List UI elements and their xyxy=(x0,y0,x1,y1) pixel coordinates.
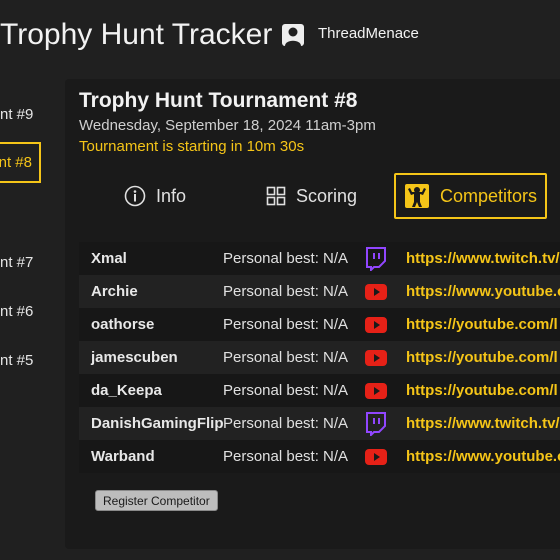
user-icon[interactable] xyxy=(282,24,304,46)
personal-best: Personal best: N/A xyxy=(223,250,349,267)
table-row: Xmal Personal best: N/A https://www.twitch… xyxy=(79,242,560,275)
stream-link[interactable]: https://www.twitch.tv/ xyxy=(406,242,560,275)
table-row: DanishGamingFlip Personal best: N/A https:… xyxy=(79,407,560,440)
personal-best: Personal best: N/A xyxy=(223,316,349,333)
competitor-name: DanishGamingFlip xyxy=(91,415,224,432)
competitor-name: jamescuben xyxy=(91,349,178,366)
competitors-table: Xmal Personal best: N/A https://www.twitch… xyxy=(79,242,560,473)
tab-scoring-label: Scoring xyxy=(296,185,358,206)
info-icon xyxy=(124,185,146,207)
youtube-icon[interactable] xyxy=(365,341,387,374)
youtube-icon[interactable] xyxy=(365,374,387,407)
username[interactable]: ThreadMenace xyxy=(318,25,419,42)
competitor-name: Archie xyxy=(91,283,138,300)
tab-info[interactable]: Info xyxy=(124,174,186,218)
tournament-date: Wednesday, September 18, 2024 11am-3pm xyxy=(79,117,376,134)
personal-best: Personal best: N/A xyxy=(223,415,349,432)
sidebar-item-tournament-7[interactable]: nt #7 xyxy=(0,254,33,271)
stream-link[interactable]: https://youtube.com/l xyxy=(406,341,560,374)
stream-link[interactable]: https://youtube.com/l xyxy=(406,374,560,407)
app-title: Trophy Hunt Tracker xyxy=(0,18,273,51)
table-row: Archie Personal best: N/A https://www.yout… xyxy=(79,275,560,308)
table-row: Warband Personal best: N/A https://www.you… xyxy=(79,440,560,473)
youtube-icon[interactable] xyxy=(365,440,387,473)
competitor-name: oathorse xyxy=(91,316,155,333)
table-row: jamescuben Personal best: N/A https://yout… xyxy=(79,341,560,374)
personal-best: Personal best: N/A xyxy=(223,349,349,366)
sidebar-item-tournament-9[interactable]: nt #9 xyxy=(0,106,33,123)
personal-best: Personal best: N/A xyxy=(223,448,349,465)
stream-link[interactable]: https://www.twitch.tv/ xyxy=(406,407,560,440)
twitch-icon[interactable] xyxy=(365,407,387,440)
stream-link[interactable]: https://youtube.com/l xyxy=(406,308,560,341)
tab-competitors[interactable]: Competitors xyxy=(394,173,547,219)
stream-link[interactable]: https://www.youtube.c xyxy=(406,440,560,473)
competitor-name: Warband xyxy=(91,448,155,465)
personal-best: Personal best: N/A xyxy=(223,382,349,399)
table-row: da_Keepa Personal best: N/A https://youtub… xyxy=(79,374,560,407)
grid-icon xyxy=(266,186,286,206)
youtube-icon[interactable] xyxy=(365,308,387,341)
competitor-name: Xmal xyxy=(91,250,127,267)
personal-best: Personal best: N/A xyxy=(223,283,349,300)
tournament-title: Trophy Hunt Tournament #8 xyxy=(79,89,358,112)
sidebar-item-tournament-6[interactable]: nt #6 xyxy=(0,303,33,320)
stream-link[interactable]: https://www.youtube.c xyxy=(406,275,560,308)
strongman-icon xyxy=(404,183,430,209)
tab-scoring[interactable]: Scoring xyxy=(266,174,357,218)
sidebar-item-tournament-8[interactable]: nt #8 xyxy=(0,142,41,183)
register-competitor-button[interactable]: Register Competitor xyxy=(95,490,218,511)
sidebar-item-tournament-5[interactable]: nt #5 xyxy=(0,352,33,369)
tab-info-label: Info xyxy=(156,185,187,206)
youtube-icon[interactable] xyxy=(365,275,387,308)
tournament-status: Tournament is starting in 10m 30s xyxy=(79,138,305,155)
twitch-icon[interactable] xyxy=(365,242,387,275)
tab-competitors-label: Competitors xyxy=(440,185,538,206)
competitor-name: da_Keepa xyxy=(91,382,162,399)
table-row: oathorse Personal best: N/A https://youtub… xyxy=(79,308,560,341)
